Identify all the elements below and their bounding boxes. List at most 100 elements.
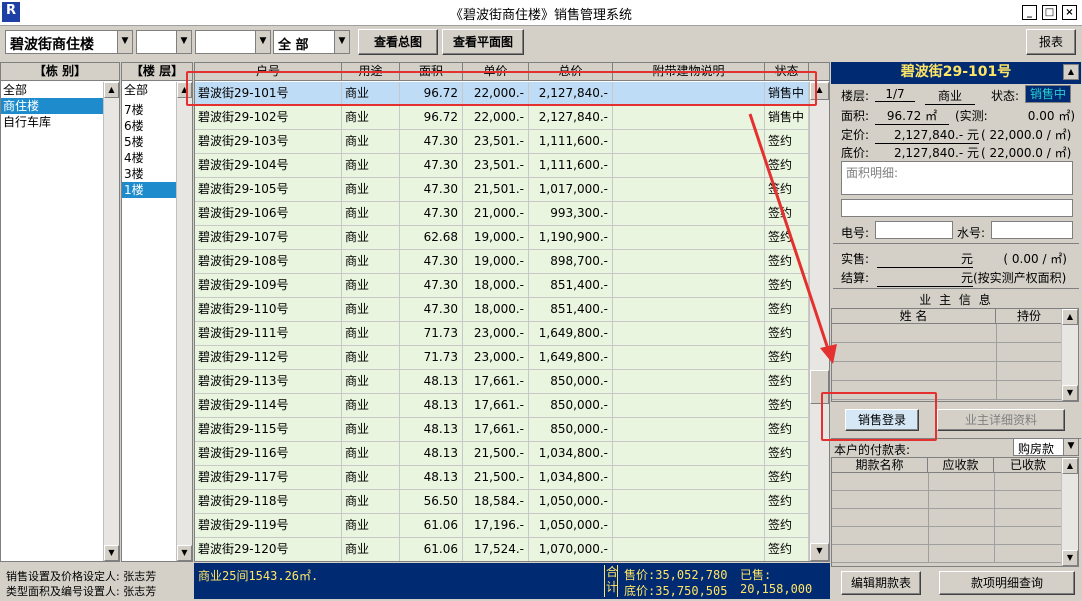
- filter-select-2[interactable]: ▼: [136, 30, 192, 54]
- floor-list-item[interactable]: 6楼: [122, 118, 176, 134]
- payment-type-select[interactable]: 购房款 ▼: [1013, 438, 1079, 456]
- table-row[interactable]: 碧波街29-111号 商业 71.73 23,000.- 1,649,800.- 签约: [195, 322, 809, 346]
- table-row[interactable]: 碧波街29-107号 商业 62.68 19,000.- 1,190,900.- 签约: [195, 226, 809, 250]
- owner-detail-button[interactable]: 业主详细资料: [937, 409, 1065, 431]
- minimize-button[interactable]: _: [1022, 5, 1037, 20]
- owner-table-scrollbar[interactable]: ▲ ▼: [1061, 309, 1078, 401]
- scroll-down-icon[interactable]: ▼: [1062, 385, 1078, 401]
- maximize-button[interactable]: □: [1042, 5, 1057, 20]
- table-row[interactable]: 碧波街29-120号 商业 61.06 17,524.- 1,070,000.- 签约: [195, 538, 809, 561]
- table-row[interactable]: 碧波街29-119号 商业 61.06 17,196.- 1,050,000.- 签约: [195, 514, 809, 538]
- owner-row-divider: [996, 362, 997, 381]
- payment-row[interactable]: [832, 491, 1062, 509]
- scroll-down-icon[interactable]: ▼: [104, 545, 119, 561]
- highlight-selected-row: [186, 71, 817, 106]
- col-unit-no-cell: 碧波街29-112号: [195, 346, 342, 370]
- table-row[interactable]: 碧波街29-117号 商业 48.13 21,500.- 1,034,800.- 签约: [195, 466, 809, 490]
- floor-list-item[interactable]: 1楼: [122, 182, 176, 198]
- payment-row[interactable]: [832, 473, 1062, 491]
- col-use-cell: 商业: [342, 466, 400, 490]
- table-row[interactable]: 碧波街29-114号 商业 48.13 17,661.- 850,000.- 签约: [195, 394, 809, 418]
- edit-schedule-button[interactable]: 编辑期款表: [841, 571, 921, 595]
- floor-list-item[interactable]: 全部: [122, 82, 176, 98]
- owner-row-divider: [996, 381, 997, 400]
- table-row[interactable]: 碧波街29-116号 商业 48.13 21,500.- 1,034,800.- 签约: [195, 442, 809, 466]
- payment-row-divider: [994, 491, 995, 509]
- payment-row[interactable]: [832, 545, 1062, 563]
- building-list-item[interactable]: 商住楼: [1, 98, 103, 114]
- floor-list-header: 【楼 层】: [122, 63, 192, 81]
- scope-select[interactable]: 全 部 ▼: [273, 30, 350, 54]
- payment-row[interactable]: [832, 527, 1062, 545]
- col-total-price-cell: 1,034,800.-: [529, 442, 613, 466]
- owner-row[interactable]: [832, 362, 1062, 381]
- table-row[interactable]: 碧波街29-110号 商业 47.30 18,000.- 851,400.- 签约: [195, 298, 809, 322]
- col-total-price-cell: 850,000.-: [529, 370, 613, 394]
- table-row[interactable]: 碧波街29-106号 商业 47.30 21,000.- 993,300.- 签约: [195, 202, 809, 226]
- building-list-item[interactable]: 全部: [1, 82, 103, 98]
- table-row[interactable]: 碧波街29-105号 商业 47.30 21,501.- 1,017,000.- 签约: [195, 178, 809, 202]
- chevron-down-icon[interactable]: ▼: [1063, 439, 1078, 455]
- use-value: 商业: [925, 87, 975, 105]
- payment-table-scrollbar[interactable]: ▲ ▼: [1061, 458, 1078, 566]
- electric-no-input[interactable]: [875, 221, 953, 239]
- floor-list-item[interactable]: 3楼: [122, 166, 176, 182]
- scroll-down-icon[interactable]: ▼: [1062, 550, 1078, 566]
- table-row[interactable]: 碧波街29-115号 商业 48.13 17,661.- 850,000.- 签约: [195, 418, 809, 442]
- floor-list-item[interactable]: 4楼: [122, 150, 176, 166]
- building-list-item[interactable]: 自行车库: [1, 114, 103, 130]
- col-unit-no-cell: 碧波街29-108号: [195, 250, 342, 274]
- area-setter-name: 张志芳: [123, 585, 157, 598]
- col-status-cell: 签约: [765, 274, 809, 298]
- table-row[interactable]: 碧波街29-113号 商业 48.13 17,661.- 850,000.- 签约: [195, 370, 809, 394]
- col-unit-price-cell: 23,000.-: [463, 346, 529, 370]
- table-row[interactable]: 碧波街29-104号 商业 47.30 23,501.- 1,111,600.- 签约: [195, 154, 809, 178]
- area-detail-field[interactable]: 面积明细:: [841, 161, 1073, 195]
- table-row[interactable]: 碧波街29-112号 商业 71.73 23,000.- 1,649,800.- 签约: [195, 346, 809, 370]
- scroll-up-icon[interactable]: ▲: [1062, 458, 1078, 474]
- payment-detail-button[interactable]: 款项明细查询: [939, 571, 1075, 595]
- owner-col-share: 持份: [996, 309, 1062, 324]
- chevron-down-icon[interactable]: ▼: [176, 31, 191, 53]
- floor-list-item[interactable]: 5楼: [122, 134, 176, 150]
- scroll-down-icon[interactable]: ▼: [810, 543, 829, 561]
- payment-row[interactable]: [832, 509, 1062, 527]
- owner-row[interactable]: [832, 343, 1062, 362]
- col-unit-no-cell: 碧波街29-113号: [195, 370, 342, 394]
- scroll-down-icon[interactable]: ▼: [177, 545, 192, 561]
- water-no-input[interactable]: [991, 221, 1073, 239]
- scroll-up-icon[interactable]: ▲: [1063, 64, 1079, 80]
- report-button[interactable]: 报表: [1026, 29, 1076, 55]
- table-row[interactable]: 碧波街29-108号 商业 47.30 19,000.- 898,700.- 签约: [195, 250, 809, 274]
- actual-area-label: (实测:: [955, 109, 988, 123]
- table-row[interactable]: 碧波街29-109号 商业 47.30 18,000.- 851,400.- 签约: [195, 274, 809, 298]
- floor-list-item[interactable]: 7楼: [122, 102, 176, 118]
- floor-price-value: 35,750,505: [655, 584, 728, 598]
- close-button[interactable]: ×: [1062, 5, 1077, 20]
- grid-scrollbar[interactable]: ▲ ▼: [809, 82, 829, 561]
- col-unit-price-cell: 23,501.-: [463, 154, 529, 178]
- col-attached-cell: [613, 178, 765, 202]
- building-list-scrollbar[interactable]: ▲ ▼: [103, 82, 119, 561]
- chevron-down-icon[interactable]: ▼: [117, 31, 132, 53]
- chevron-down-icon[interactable]: ▼: [255, 31, 270, 53]
- scroll-up-icon[interactable]: ▲: [104, 82, 119, 98]
- owner-row[interactable]: [832, 324, 1062, 343]
- note-field[interactable]: [841, 199, 1073, 217]
- actual-sale-unit: ( 0.00 / ㎡): [1003, 252, 1067, 266]
- chevron-down-icon[interactable]: ▼: [334, 31, 349, 53]
- scroll-up-icon[interactable]: ▲: [1062, 309, 1078, 325]
- filter-select-3[interactable]: ▼: [195, 30, 271, 54]
- table-row[interactable]: 碧波街29-103号 商业 47.30 23,501.- 1,111,600.- 签约: [195, 130, 809, 154]
- electric-no-label: 电号:: [841, 226, 870, 240]
- table-row[interactable]: 碧波街29-102号 商业 96.72 22,000.- 2,127,840.- 销售中: [195, 106, 809, 130]
- unit-detail-panel: 碧波街29-101号 ▲ 楼层: 1/7 商业 状态: 销售中 面积: 96.7…: [831, 62, 1081, 600]
- col-attached-cell: [613, 202, 765, 226]
- view-floorplan-button[interactable]: 查看平面图: [442, 29, 524, 55]
- table-row[interactable]: 碧波街29-118号 商业 56.50 18,584.- 1,050,000.- 签约: [195, 490, 809, 514]
- sale-price-label: 售价:: [624, 568, 656, 582]
- view-overview-button[interactable]: 查看总图: [358, 29, 438, 55]
- floor-list-scrollbar[interactable]: ▲ ▼: [176, 82, 192, 561]
- building-select[interactable]: 碧波街商住楼 ▼: [5, 30, 133, 54]
- actual-sale-value: 元: [877, 250, 973, 268]
